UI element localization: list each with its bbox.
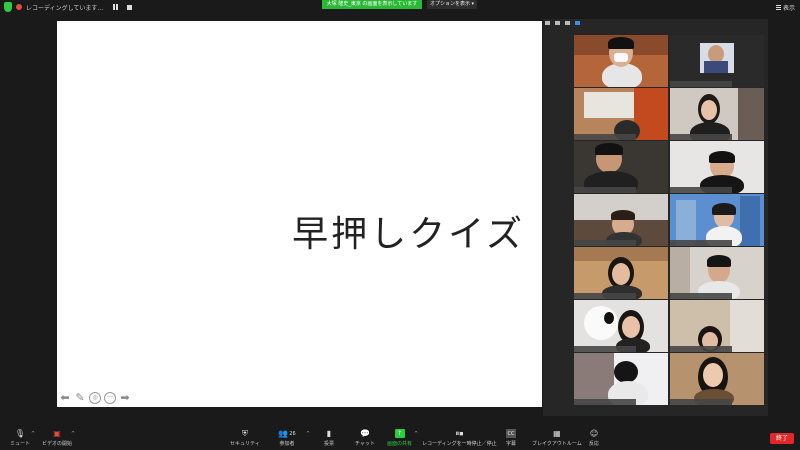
video-options-caret-icon[interactable]: ^ — [71, 431, 75, 437]
view-label: 表示 — [783, 5, 796, 12]
microphone-icon: 🎙 — [14, 429, 26, 438]
breakout-rooms-button[interactable]: ▦ ブレイクアウトルーム — [532, 429, 582, 447]
chat-label: チャット — [355, 441, 375, 447]
recording-control-button[interactable]: ⏸⏹ レコーディングを一時停止／停止 — [422, 428, 497, 448]
security-button[interactable]: ⛨ セキュリティ — [230, 428, 260, 448]
video-tile[interactable] — [670, 141, 764, 193]
video-tile[interactable] — [670, 300, 764, 352]
video-tile[interactable] — [574, 247, 668, 299]
end-meeting-button[interactable]: 終了 — [770, 433, 794, 444]
gallery-view-icon[interactable] — [575, 21, 580, 25]
minimize-icon[interactable] — [545, 21, 550, 25]
mute-button[interactable]: 🎙 ミュート — [10, 429, 30, 447]
video-tile[interactable] — [574, 353, 668, 405]
reactions-label: 反応 — [589, 441, 600, 447]
captions-label: 字幕 — [506, 441, 517, 447]
video-tile[interactable] — [574, 35, 668, 87]
gallery-view-controls — [545, 21, 580, 25]
share-options-caret-icon[interactable]: ^ — [414, 431, 418, 437]
pause-stop-recording-icon: ⏸⏹ — [455, 428, 464, 438]
view-menu-icon — [776, 5, 781, 10]
view-options-label: オプションを表示 — [429, 1, 470, 7]
polls-button[interactable]: ▮ 投票 — [324, 429, 334, 447]
participants-count: 26 — [289, 430, 296, 437]
video-off-icon: ▣ — [53, 429, 61, 438]
slide-toolbar: ⬅ ✎ ◎ ··· ➡ — [59, 392, 131, 404]
captions-button[interactable]: CC 字幕 — [506, 429, 516, 447]
side-by-side-icon[interactable] — [555, 21, 560, 25]
participants-caret-icon[interactable]: ^ — [306, 431, 310, 437]
breakout-rooms-icon: ▦ — [553, 429, 561, 438]
recording-icon — [16, 4, 22, 10]
share-screen-label: 画面の共有 — [387, 441, 413, 447]
polls-label: 投票 — [324, 441, 335, 447]
pen-icon[interactable]: ✎ — [74, 392, 86, 404]
reactions-icon: ☺ — [589, 429, 599, 438]
participants-icon: 👥 26 — [278, 429, 296, 438]
recording-control-label: レコーディングを一時停止／停止 — [422, 441, 497, 447]
mute-label: ミュート — [10, 441, 31, 447]
participants-button[interactable]: 👥 26 参加者 — [276, 429, 298, 447]
breakout-rooms-label: ブレイクアウトルーム — [532, 441, 582, 447]
speaker-view-icon[interactable] — [565, 21, 570, 25]
chat-button[interactable]: 💬 チャット — [355, 429, 375, 447]
video-tile[interactable] — [670, 35, 764, 87]
meeting-toolbar: 🎙 ミュート ^ ▣ ビデオの開始 ^ ⛨ セキュリティ 👥 26 参加者 ^ ▮… — [0, 427, 800, 450]
zoom-icon[interactable]: ◎ — [89, 392, 101, 404]
polls-icon: ▮ — [326, 429, 332, 438]
start-video-button[interactable]: ▣ ビデオの開始 — [42, 429, 72, 447]
security-label: セキュリティ — [230, 441, 260, 447]
security-shield-icon[interactable] — [4, 2, 12, 12]
video-tile[interactable] — [670, 88, 764, 140]
stop-recording-icon[interactable] — [127, 4, 133, 10]
chat-icon: 💬 — [359, 429, 370, 438]
share-screen-button[interactable]: ↑ 画面の共有 — [387, 429, 412, 447]
previous-slide-icon[interactable]: ⬅ — [59, 392, 71, 404]
video-tile[interactable] — [574, 300, 668, 352]
pause-recording-icon[interactable] — [113, 4, 119, 10]
video-tile[interactable] — [670, 353, 764, 405]
next-slide-icon[interactable]: ➡ — [119, 392, 131, 404]
shield-icon: ⛨ — [241, 428, 248, 438]
recording-indicator[interactable]: レコーディングしています... — [4, 2, 133, 12]
video-tile[interactable] — [574, 88, 668, 140]
more-icon[interactable]: ··· — [104, 392, 116, 404]
video-tile[interactable] — [670, 194, 764, 246]
view-options-button[interactable]: オプションを表示 ▾ — [427, 0, 477, 9]
start-video-label: ビデオの開始 — [42, 441, 73, 447]
screen-share-banner: 大塚 隆史_東京 の画面を表示しています — [322, 0, 422, 9]
shared-screen: 早押しクイズ ⬅ ✎ ◎ ··· ➡ — [57, 21, 542, 407]
audio-options-caret-icon[interactable]: ^ — [31, 431, 35, 437]
reactions-button[interactable]: ☺ 反応 — [589, 429, 599, 447]
participants-label: 参加者 — [279, 441, 295, 447]
captions-icon: CC — [506, 429, 516, 438]
view-button[interactable]: 表示 — [776, 3, 795, 12]
video-tile[interactable] — [574, 141, 668, 193]
recording-label: レコーディングしています... — [26, 4, 104, 12]
video-tile[interactable] — [670, 247, 764, 299]
participants-gallery — [543, 19, 768, 416]
share-screen-icon: ↑ — [394, 429, 405, 438]
slide-title: 早押しクイズ — [292, 214, 525, 255]
zoom-window: レコーディングしています... 大塚 隆史_東京 の画面を表示しています オプシ… — [0, 0, 800, 450]
top-bar: レコーディングしています... 大塚 隆史_東京 の画面を表示しています オプシ… — [0, 0, 800, 16]
video-tile[interactable] — [574, 194, 668, 246]
